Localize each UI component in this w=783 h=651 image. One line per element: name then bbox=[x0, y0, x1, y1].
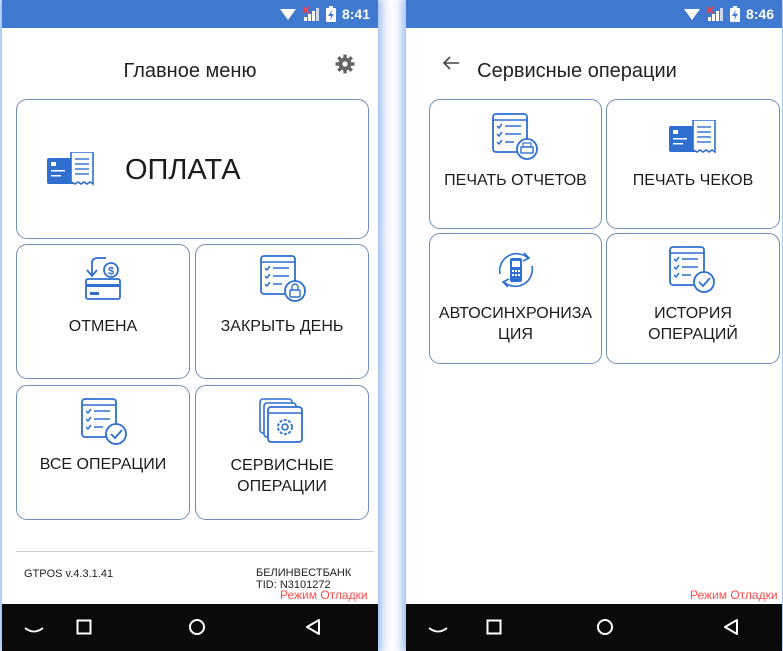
bank-name: БЕЛИНВЕСТБАНК bbox=[256, 567, 352, 579]
history-label-line1: ИСТОРИЯ bbox=[654, 305, 732, 322]
app-version: GTPOS v.4.3.1.41 bbox=[24, 568, 114, 580]
print-reports-label: ПЕЧАТЬ ОТЧЕТОВ bbox=[444, 172, 587, 189]
nav-recents-icon[interactable] bbox=[486, 619, 502, 635]
battery-charging-icon bbox=[729, 6, 740, 22]
page-title: Сервисные операции bbox=[477, 60, 677, 82]
nav-back-icon[interactable] bbox=[304, 618, 322, 636]
print-receipts-label: ПЕЧАТЬ ЧЕКОВ bbox=[632, 172, 754, 189]
gear-icon[interactable] bbox=[335, 54, 355, 74]
no-signal-icon bbox=[706, 6, 723, 21]
page-title: Главное меню bbox=[123, 60, 257, 82]
footer-divider bbox=[16, 551, 374, 552]
sync-terminal-icon bbox=[498, 252, 534, 288]
phone-main-menu: 8:41 Главное меню ОПЛАТА $ ОТМЕНА ЗАКРЫТ… bbox=[2, 0, 378, 651]
nav-back-icon[interactable] bbox=[722, 618, 740, 636]
report-lock-icon bbox=[260, 255, 306, 302]
history-button[interactable]: ИСТОРИЯ ОПЕРАЦИЙ bbox=[606, 233, 780, 364]
cancel-label: ОТМЕНА bbox=[68, 318, 138, 335]
service-operations-button[interactable]: СЕРВИСНЫЕ ОПЕРАЦИИ bbox=[195, 385, 369, 520]
close-day-label: ЗАКРЫТЬ ДЕНЬ bbox=[220, 318, 344, 335]
all-operations-button[interactable]: ВСЕ ОПЕРАЦИИ bbox=[16, 385, 190, 520]
autosync-label-line1: АВТОСИНХРОНИЗА bbox=[438, 305, 593, 322]
status-bar: 8:41 bbox=[2, 0, 378, 28]
status-bar: 8:46 bbox=[406, 0, 782, 28]
nav-recents-icon[interactable] bbox=[76, 619, 92, 635]
wifi-icon bbox=[683, 9, 700, 20]
cancel-button[interactable]: $ ОТМЕНА bbox=[16, 244, 190, 379]
report-check-icon bbox=[669, 246, 715, 293]
no-signal-icon bbox=[302, 6, 319, 21]
nav-down-chevron-icon[interactable] bbox=[22, 618, 46, 638]
status-icons: 8:41 bbox=[279, 0, 370, 28]
nav-home-icon[interactable] bbox=[596, 618, 614, 636]
close-day-button[interactable]: ЗАКРЫТЬ ДЕНЬ bbox=[195, 244, 369, 379]
card-receipt-icon bbox=[47, 152, 94, 186]
refund-card-icon: $ bbox=[85, 257, 121, 300]
debug-mode-label: Режим Отладки bbox=[690, 588, 778, 602]
settings-docs-icon bbox=[259, 398, 303, 443]
pay-label: ОПЛАТА bbox=[125, 154, 241, 186]
nav-home-icon[interactable] bbox=[188, 618, 206, 636]
main-menu-screen: Главное меню ОПЛАТА $ ОТМЕНА ЗАКРЫТЬ ДЕН… bbox=[2, 28, 378, 604]
svg-text:$: $ bbox=[108, 266, 114, 278]
status-time: 8:46 bbox=[745, 6, 774, 22]
service-operations-label-line1: СЕРВИСНЫЕ bbox=[230, 457, 334, 474]
report-check-icon bbox=[81, 398, 127, 445]
nav-down-chevron-icon[interactable] bbox=[426, 618, 450, 638]
android-nav-bar bbox=[406, 604, 782, 651]
status-icons: 8:46 bbox=[683, 0, 774, 28]
service-operations-label-line2: ОПЕРАЦИИ bbox=[237, 478, 327, 495]
autosync-button[interactable]: АВТОСИНХРОНИЗА ЦИЯ bbox=[429, 233, 602, 364]
wifi-icon bbox=[279, 9, 296, 20]
history-label-line2: ОПЕРАЦИЙ bbox=[648, 326, 738, 343]
android-nav-bar bbox=[2, 604, 378, 651]
autosync-label-line2: ЦИЯ bbox=[498, 326, 533, 343]
print-receipts-button[interactable]: ПЕЧАТЬ ЧЕКОВ bbox=[606, 99, 780, 229]
print-reports-button[interactable]: ПЕЧАТЬ ОТЧЕТОВ bbox=[429, 99, 602, 229]
service-menu-screen: Сервисные операции ПЕЧАТЬ ОТЧЕТОВ ПЕЧАТЬ… bbox=[406, 28, 782, 604]
battery-charging-icon bbox=[325, 6, 336, 22]
all-operations-label: ВСЕ ОПЕРАЦИИ bbox=[39, 456, 167, 473]
debug-mode-label: Режим Отладки bbox=[280, 588, 368, 602]
report-printer-icon bbox=[492, 113, 538, 160]
status-time: 8:41 bbox=[341, 6, 370, 22]
card-receipt-icon bbox=[669, 120, 716, 154]
pay-button[interactable]: ОПЛАТА bbox=[16, 99, 369, 239]
phone-service-menu: 8:46 Сервисные операции ПЕЧАТЬ ОТЧЕТОВ П… bbox=[406, 0, 782, 651]
